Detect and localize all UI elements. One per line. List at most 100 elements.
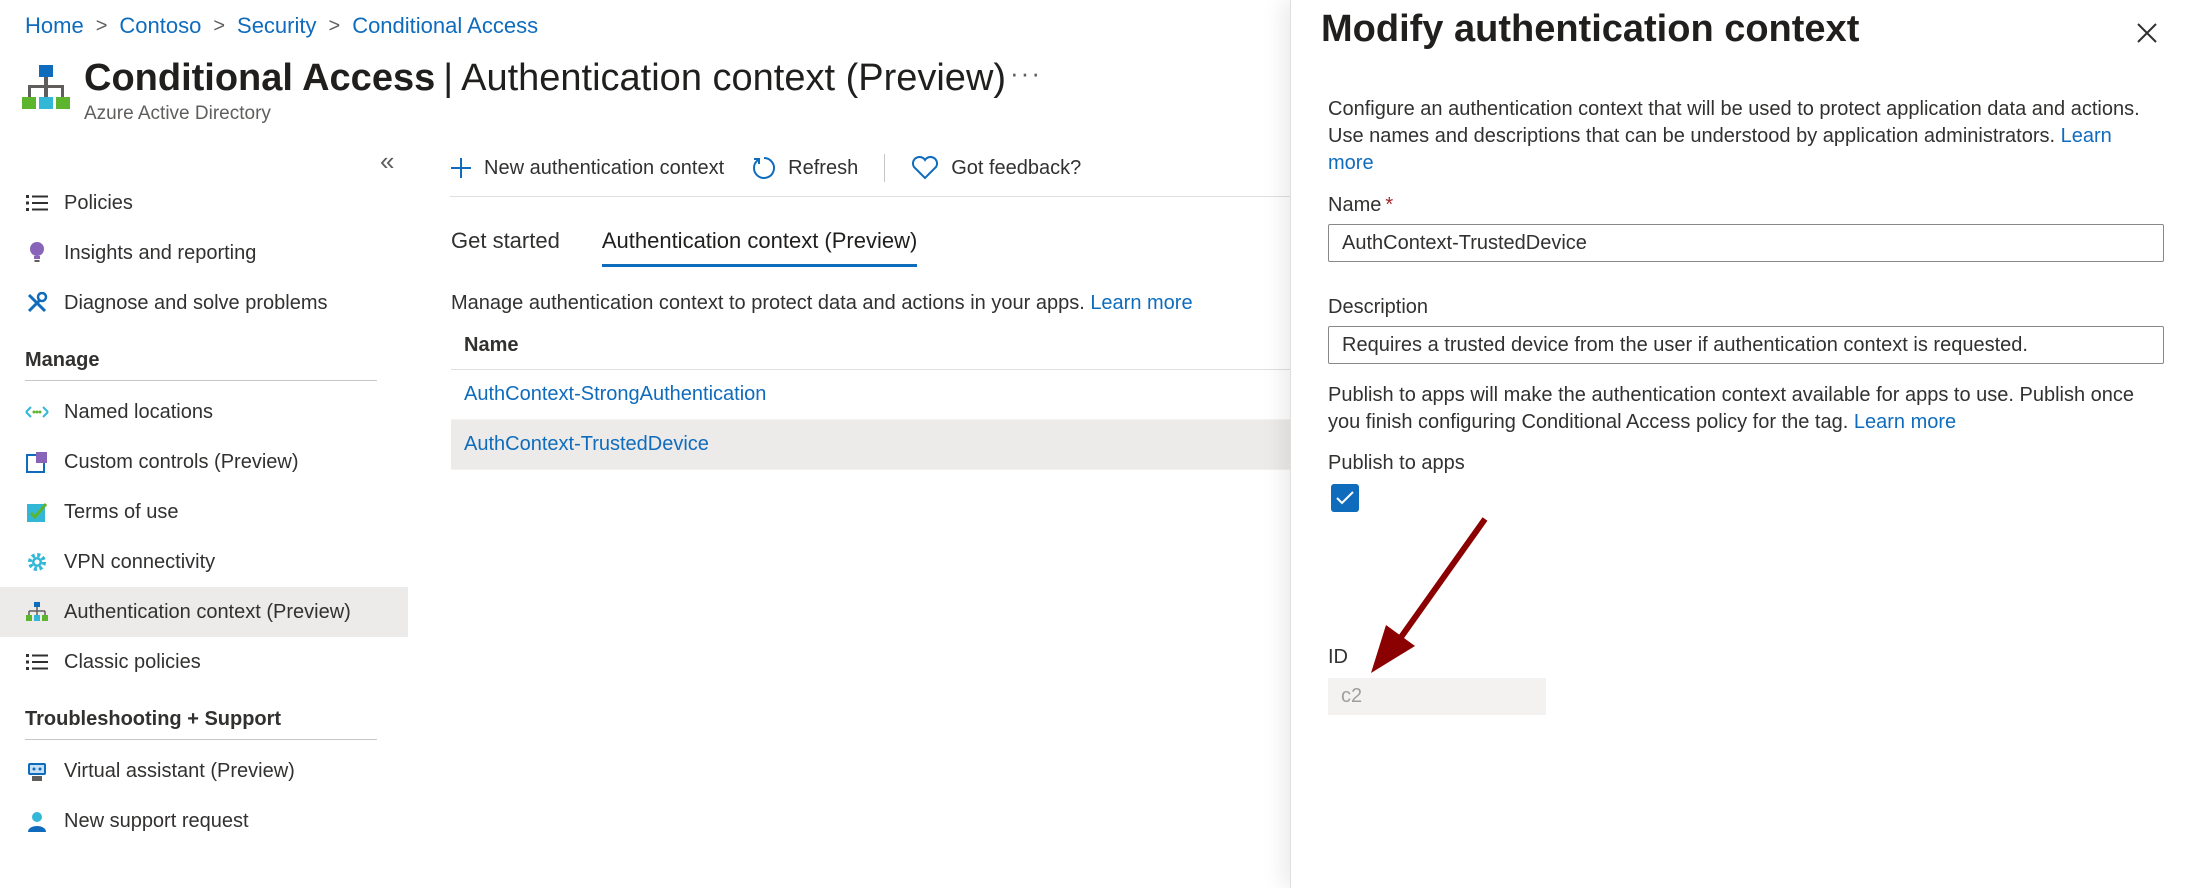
table-row[interactable]: AuthContext-StrongAuthentication (451, 370, 1290, 420)
close-button[interactable] (2134, 20, 2160, 46)
publish-description: Publish to apps will make the authentica… (1328, 382, 2164, 436)
tab-bar: Get started Authentication context (Prev… (451, 228, 959, 267)
name-label: Name * (1328, 194, 1393, 217)
page-subtitle: Azure Active Directory (84, 103, 271, 124)
chevron-right-icon: > (213, 14, 226, 37)
title-separator: | (443, 57, 454, 99)
sidebar-item-label: Policies (64, 191, 133, 214)
toolbar-divider (884, 154, 886, 182)
refresh-label: Refresh (788, 156, 859, 179)
new-authentication-context-button[interactable]: New authentication context (450, 157, 724, 180)
modify-authentication-context-panel: Modify authentication context Configure … (1290, 0, 2191, 888)
sidebar-item-diagnose[interactable]: Diagnose and solve problems (0, 278, 408, 328)
learn-more-link[interactable]: Learn more (1090, 292, 1192, 314)
breadcrumb-conditional-access[interactable]: Conditional Access (352, 13, 538, 39)
auth-context-link[interactable]: AuthContext-TrustedDevice (464, 433, 709, 456)
sidebar-item-label: VPN connectivity (64, 550, 216, 573)
location-arrows-icon (25, 400, 49, 424)
breadcrumb: Home > Contoso > Security > Conditional … (25, 13, 538, 39)
sidebar-item-insights[interactable]: Insights and reporting (0, 228, 408, 278)
table-row[interactable]: AuthContext-TrustedDevice (451, 420, 1290, 470)
sidebar-item-label: Virtual assistant (Preview) (64, 759, 295, 782)
required-indicator: * (1385, 194, 1394, 216)
publish-to-apps-checkbox[interactable] (1331, 484, 1359, 512)
refresh-icon (750, 155, 776, 181)
conditional-access-blade: Home > Contoso > Security > Conditional … (0, 0, 1290, 888)
column-header-name[interactable]: Name (451, 322, 1290, 370)
panel-description-text: Configure an authentication context that… (1328, 98, 2140, 147)
section-divider (25, 380, 377, 381)
list-icon (25, 191, 49, 215)
learn-more-link[interactable]: Learn more (1854, 411, 1956, 433)
sidebar-item-label: New support request (64, 809, 249, 832)
sidebar-item-vpn[interactable]: VPN connectivity (0, 537, 408, 587)
wrench-icon (25, 291, 49, 315)
command-bar: New authentication context Refresh Got f… (450, 150, 1107, 186)
publish-to-apps-label: Publish to apps (1328, 452, 1465, 474)
sidebar-item-classic-policies[interactable]: Classic policies (0, 637, 408, 687)
sidebar-item-label: Diagnose and solve problems (64, 291, 328, 314)
page-title-secondary: Authentication context (Preview) (461, 57, 1007, 99)
chevron-right-icon: > (95, 14, 108, 37)
sidebar-item-policies[interactable]: Policies (0, 178, 408, 228)
sidebar-item-virtual-assistant[interactable]: Virtual assistant (Preview) (0, 746, 408, 796)
sidebar-item-label: Terms of use (64, 500, 179, 523)
page-title-primary: Conditional Access (84, 57, 436, 99)
breadcrumb-contoso[interactable]: Contoso (119, 13, 201, 39)
plus-icon (450, 157, 472, 179)
sidebar-item-label: Insights and reporting (64, 241, 257, 264)
feedback-label: Got feedback? (951, 156, 1082, 179)
gear-icon (25, 550, 49, 574)
description-label: Description (1328, 296, 1429, 318)
person-icon (25, 809, 49, 833)
custom-controls-icon (25, 450, 49, 474)
chevron-right-icon: > (328, 14, 341, 37)
sidebar-item-named-locations[interactable]: Named locations (0, 387, 408, 437)
main-description: Manage authentication context to protect… (451, 292, 1193, 315)
id-label: ID (1328, 646, 1348, 668)
panel-description: Configure an authentication context that… (1328, 96, 2158, 177)
name-input[interactable] (1328, 224, 2164, 262)
bot-icon (25, 759, 49, 783)
hierarchy-icon (25, 600, 49, 624)
page-title: Conditional Access | Authentication contex… (84, 55, 1006, 101)
panel-title: Modify authentication context (1321, 8, 1860, 50)
sidebar-item-label: Custom controls (Preview) (64, 450, 299, 473)
sidebar-item-label: Named locations (64, 400, 213, 423)
feedback-button[interactable]: Got feedback? (911, 156, 1081, 180)
more-options-button[interactable]: ··· (1010, 58, 1042, 89)
checklist-icon (25, 500, 49, 524)
checkmark-icon (1336, 491, 1354, 505)
name-label-text: Name (1328, 194, 1382, 216)
section-divider (25, 739, 377, 740)
main-description-text: Manage authentication context to protect… (451, 292, 1085, 314)
toolbar-divider-line (450, 196, 1290, 197)
tab-get-started[interactable]: Get started (451, 228, 560, 267)
heart-icon (911, 156, 939, 180)
close-icon (2137, 23, 2157, 43)
sidebar-item-label: Authentication context (Preview) (64, 600, 351, 623)
sidebar-item-custom-controls[interactable]: Custom controls (Preview) (0, 437, 408, 487)
sidebar-item-support-request[interactable]: New support request (0, 796, 408, 846)
page-header: Conditional Access | Authentication contex… (22, 55, 1006, 125)
auth-context-link[interactable]: AuthContext-StrongAuthentication (464, 383, 766, 406)
auth-context-table: Name AuthContext-StrongAuthentication Au… (451, 322, 1290, 470)
sidebar-item-authentication-context[interactable]: Authentication context (Preview) (0, 587, 408, 637)
lightbulb-icon (25, 241, 49, 265)
tab-authentication-context[interactable]: Authentication context (Preview) (601, 228, 918, 267)
sidebar-item-label: Classic policies (64, 650, 201, 673)
breadcrumb-home[interactable]: Home (25, 13, 84, 39)
collapse-sidebar-button[interactable]: « (380, 146, 394, 177)
manage-section-heading: Manage (25, 349, 100, 371)
new-authentication-context-label: New authentication context (484, 156, 725, 179)
id-field: c2 (1328, 678, 1546, 715)
breadcrumb-security[interactable]: Security (237, 13, 316, 39)
publish-description-text: Publish to apps will make the authentica… (1328, 384, 2135, 433)
support-section-heading: Troubleshooting + Support (25, 708, 282, 730)
list-icon (25, 650, 49, 674)
refresh-button[interactable]: Refresh (750, 155, 858, 181)
sidebar-item-terms-of-use[interactable]: Terms of use (0, 487, 408, 537)
sidebar: Policies Insights and reporting Diagnose… (0, 178, 408, 846)
conditional-access-icon (22, 63, 70, 113)
description-input[interactable] (1328, 326, 2164, 364)
